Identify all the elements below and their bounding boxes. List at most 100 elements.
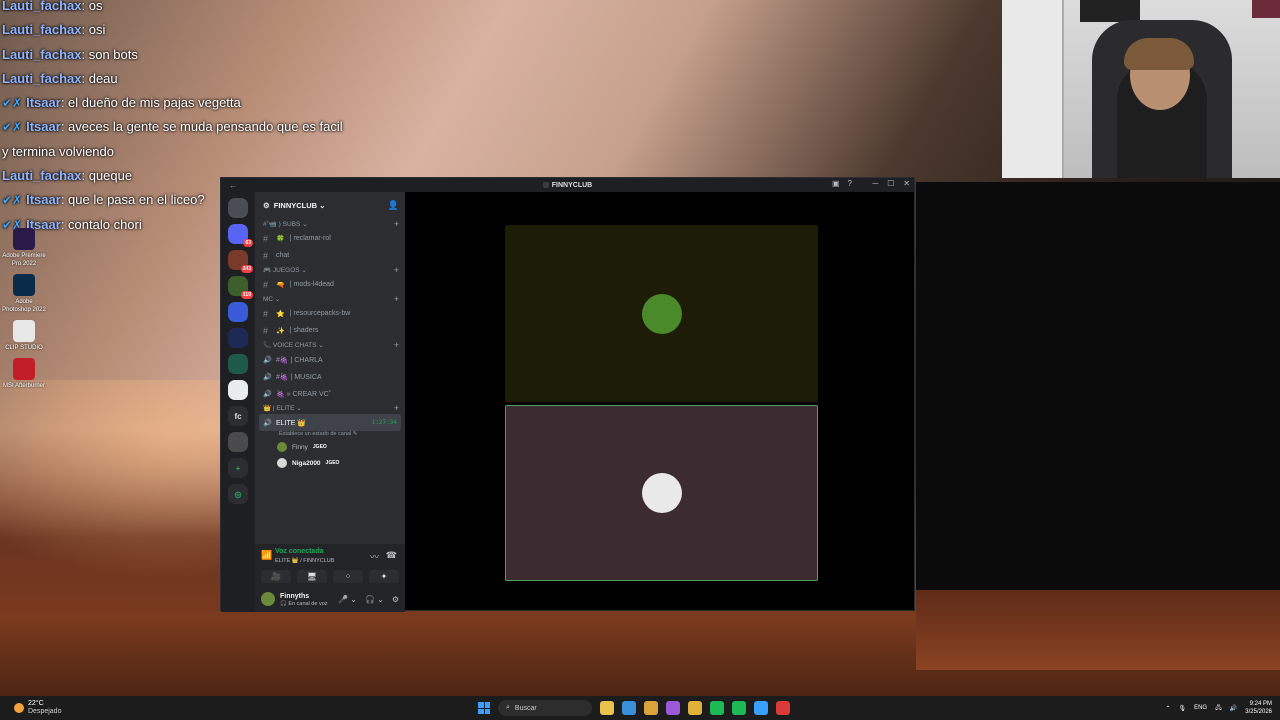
taskbar-app-icon[interactable] [644,701,658,715]
voice-channel[interactable]: 🔊 #🍇 | CHARLA [255,351,405,368]
desk-surface [916,590,1280,670]
desktop-icon[interactable]: Adobe Photoshop 2022 [0,274,48,314]
taskbar-search[interactable]: ⌕ Buscar [498,700,592,716]
taskbar-app-icon[interactable] [666,701,680,715]
create-channel-icon[interactable]: + [394,340,399,350]
mic-tray-icon[interactable]: 🎙 [1178,705,1186,712]
webcam-hair [1124,38,1194,70]
server-icon[interactable]: 63 [228,224,253,247]
chat-username[interactable]: Itsaar [26,192,61,207]
server-icon[interactable] [228,198,248,218]
server-icon[interactable]: fc [228,406,248,426]
soundboard-button[interactable]: ✦ [369,570,399,583]
chat-username[interactable]: Lauti_fachax [2,0,81,13]
create-channel-icon[interactable]: + [394,219,399,229]
server-icon[interactable] [228,354,248,374]
taskbar-app-icon[interactable] [710,701,724,715]
voice-status[interactable]: Voz conectada [275,548,324,555]
category-header[interactable]: 📞 VOICE CHATS ⌄ + [255,339,405,351]
screen-share-button[interactable]: 🖥 [297,570,327,583]
disconnect-icon[interactable]: ☎ [386,550,397,561]
add-server-icon[interactable]: + [228,458,248,478]
taskbar-app-icon[interactable] [776,701,790,715]
signal-icon[interactable]: 📶 [261,550,272,561]
server-header[interactable]: ⚙ FINNYCLUB ⌄ 👤 [255,192,405,218]
window-controls: ─ ☐ ✕ [872,179,910,188]
server-initials: fc [234,411,242,421]
text-channel[interactable]: # 🍀 | reclamar-rol [255,230,405,247]
category-header[interactable]: 🎮 JUEGOS ⌄ + [255,264,405,276]
weather-widget[interactable]: 22°C Despejado [14,700,61,716]
invite-icon[interactable]: 👤 [388,200,399,211]
maximize-button[interactable]: ☐ [887,179,894,188]
close-button[interactable]: ✕ [903,179,910,188]
mute-button[interactable]: 🎤 ⌄ [338,595,357,604]
server-icon[interactable] [228,380,248,400]
deafen-button[interactable]: 🎧 ⌄ [365,595,384,604]
chat-username[interactable]: Lauti_fachax [2,22,81,37]
desktop-icon-label: CLIP STUDIO [5,345,43,351]
taskbar-app-icon[interactable] [754,701,768,715]
monitor-background [916,182,1280,612]
chat-username[interactable]: Lauti_fachax [2,47,81,62]
desktop-icon[interactable]: Adobe Premiere Pro 2022 [0,228,48,268]
desktop-icon[interactable]: CLIP STUDIO [0,320,48,352]
noise-suppression-icon[interactable]: 〰 [370,550,379,563]
windows-start-icon[interactable] [478,702,490,714]
network-icon[interactable]: 🖧 [1215,703,1222,713]
voice-member[interactable]: Niga2000 JGEO [255,455,405,471]
voice-channel[interactable]: 🔊 #🍇 | MUSICA [255,368,405,385]
user-controls: 🎤 ⌄ 🎧 ⌄ ⚙ [338,595,399,604]
user-avatar[interactable] [261,592,275,606]
server-icon[interactable]: 243 [228,250,253,273]
language-indicator[interactable]: ENG [1194,705,1207,711]
server-icon[interactable]: 319 [228,276,253,299]
create-channel-icon[interactable]: + [394,403,399,413]
camera-button[interactable]: 🎥 [261,570,291,583]
user-info[interactable]: Finnyths 🎧 En canal de voz [280,592,328,607]
text-channel[interactable]: # ⭐ | resourcepacks-bw [255,305,405,322]
channel-status-prompt[interactable]: Establece un estado de canal ✎ [255,431,405,439]
voice-channel[interactable]: 🔊 🍇 » CREAR VC˚ [255,385,405,402]
server-icon[interactable] [228,328,248,348]
voice-member[interactable]: Finny JGEO [255,439,405,455]
discover-icon[interactable]: ◎ [228,484,248,504]
channel-name: | shaders [289,327,319,334]
chat-username[interactable]: Itsaar [26,119,61,134]
video-tile[interactable] [505,225,818,402]
speaker-icon: 🔊 [263,356,272,364]
chat-username[interactable]: Lauti_fachax [2,71,81,86]
active-voice-channel[interactable]: 🔊 ELITE 👑 1:27:34 [259,414,401,431]
help-icon[interactable]: ? [848,179,852,188]
app-icon [13,358,35,380]
back-arrow-icon[interactable]: ← [229,181,237,190]
text-channel[interactable]: # 🔫 | mods-l4dead [255,276,405,293]
taskbar-app-icon[interactable] [622,701,636,715]
category-header[interactable]: 👑 | ELITE ⌄ + [255,402,405,414]
chat-username[interactable]: Lauti_fachax [2,168,81,183]
inbox-icon[interactable]: ▣ [832,179,840,188]
create-channel-icon[interactable]: + [394,265,399,275]
window-title: FINNYCLUB [542,182,592,189]
create-channel-icon[interactable]: + [394,294,399,304]
taskbar-app-icon[interactable] [688,701,702,715]
video-tile[interactable] [505,405,818,581]
text-channel[interactable]: # ✨ | shaders [255,322,405,339]
category-name: MC ⌄ [263,296,281,303]
clock[interactable]: 9:24 PM 3/25/2026 [1245,700,1272,716]
text-channel[interactable]: # chat [255,247,405,264]
chat-username[interactable]: Itsaar [26,95,61,110]
discord-window: ← FINNYCLUB ▣ ? ─ ☐ ✕ 63 243 319 fc + ◎ ⚙ FIN… [220,177,915,612]
minimize-button[interactable]: ─ [872,179,878,188]
activities-button[interactable]: ⁘ [333,570,363,583]
taskbar-app-icon[interactable] [600,701,614,715]
category-header[interactable]: #˚📹 ) SUBS ⌄ + [255,218,405,230]
taskbar-app-icon[interactable] [732,701,746,715]
server-icon[interactable] [228,302,248,322]
server-icon[interactable] [228,432,248,452]
desktop-icon[interactable]: MSI Afterburner [0,358,48,390]
tray-chevron-icon[interactable]: ⌃ [1165,705,1170,712]
user-settings-button[interactable]: ⚙ [392,595,399,604]
volume-icon[interactable]: 🔊 [1230,705,1237,712]
category-header[interactable]: MC ⌄ + [255,293,405,305]
